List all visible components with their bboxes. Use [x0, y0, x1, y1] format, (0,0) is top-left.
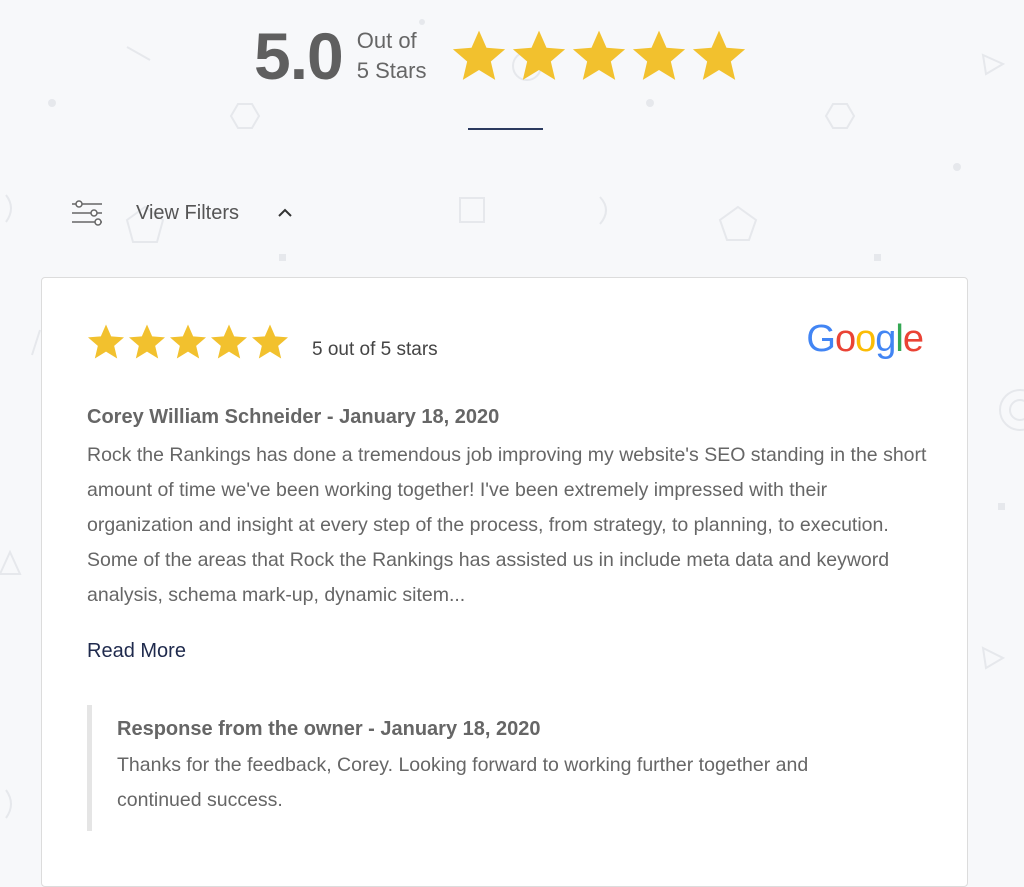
- summary-divider: [468, 128, 543, 130]
- review-author: Corey William Schneider - January 18, 20…: [87, 406, 500, 428]
- google-logo: Google: [806, 318, 924, 360]
- star-icon: [170, 324, 206, 359]
- star-icon: [211, 324, 247, 359]
- star-icon: [513, 30, 566, 80]
- read-more-link[interactable]: Read More: [87, 640, 186, 663]
- summary-stars: [450, 27, 750, 85]
- average-score: 5.0: [254, 19, 344, 93]
- star-icon: [129, 324, 165, 359]
- star-icon: [252, 324, 288, 359]
- out-of-line2: 5 Stars: [356, 58, 427, 83]
- review-card: 5 out of 5 stars Google Corey William Sc…: [41, 277, 968, 887]
- owner-response-text: Thanks for the feedback, Corey. Looking …: [117, 754, 809, 811]
- review-text: Rock the Rankings has done a tremendous …: [87, 444, 927, 606]
- review-rating-text: 5 out of 5 stars: [312, 339, 438, 360]
- star-icon: [88, 324, 124, 359]
- owner-response: Response from the owner - January 18, 20…: [87, 705, 912, 831]
- out-of-label: Out of 5 Stars: [357, 26, 427, 86]
- out-of-line1: Out of: [356, 28, 417, 53]
- star-icon: [633, 30, 686, 80]
- star-icon: [453, 30, 506, 80]
- rating-summary: 5.0 Out of 5 Stars: [254, 18, 750, 94]
- review-stars: [86, 322, 291, 362]
- view-filters-toggle[interactable]: View Filters: [71, 200, 293, 226]
- chevron-up-icon[interactable]: [277, 208, 293, 218]
- star-icon: [693, 30, 746, 80]
- owner-response-title: Response from the owner - January 18, 20…: [117, 718, 541, 740]
- sliders-icon: [71, 200, 103, 226]
- view-filters-label[interactable]: View Filters: [136, 202, 239, 225]
- star-icon: [573, 30, 626, 80]
